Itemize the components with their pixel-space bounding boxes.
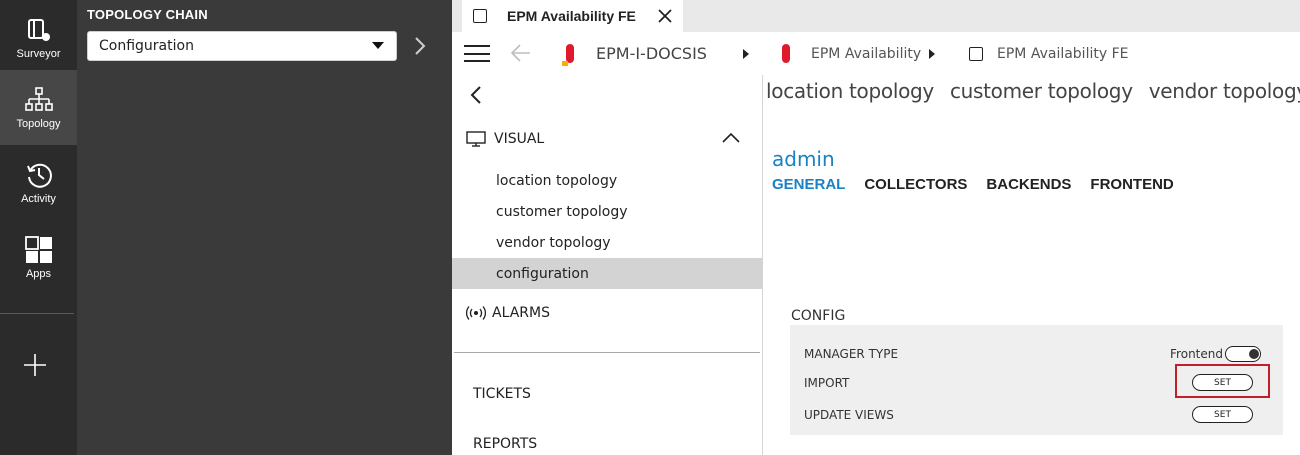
chevron-right-icon[interactable]	[410, 35, 430, 57]
monitor-icon	[466, 131, 486, 147]
tab-strip: EPM Availability FE	[452, 0, 1300, 32]
subtab-general[interactable]: GENERAL	[772, 176, 845, 193]
plus-icon[interactable]	[22, 352, 48, 378]
import-label: IMPORT	[804, 376, 850, 390]
main-content: location topology customer topology vendor…	[764, 75, 1300, 455]
breadcrumb-separator-icon	[743, 49, 749, 59]
breadcrumb-item-epm-i-docsis[interactable]: EPM-I-DOCSIS	[562, 32, 707, 75]
apps-icon	[24, 235, 52, 263]
activity-icon	[26, 163, 52, 188]
app-rail: Surveyor Topology Activity Apps	[0, 0, 77, 455]
breadcrumb-separator-icon	[929, 49, 935, 59]
nav-section-alarms[interactable]: ALARMS	[452, 298, 763, 328]
nav-section-label: ALARMS	[492, 305, 550, 321]
subtab-backends[interactable]: BACKENDS	[986, 176, 1071, 193]
rail-label-topology: Topology	[16, 117, 61, 130]
breadcrumb: EPM-I-DOCSIS EPM Availability EPM Availa…	[452, 32, 1300, 75]
rail-label-activity: Activity	[21, 192, 56, 205]
rail-label-apps: Apps	[25, 267, 52, 280]
subtab-frontend[interactable]: FRONTEND	[1090, 176, 1173, 193]
breadcrumb-item-epm-availability-fe[interactable]: EPM Availability FE	[969, 32, 1128, 75]
breadcrumb-label: EPM Availability FE	[997, 45, 1129, 62]
nav-item-configuration[interactable]: configuration	[452, 258, 763, 289]
nav-section-label: VISUAL	[494, 131, 545, 147]
tab-epm-availability-fe[interactable]: EPM Availability FE	[462, 0, 683, 32]
chevron-up-icon	[722, 132, 740, 143]
highlight-box	[1175, 364, 1270, 398]
nav-item-location-topology[interactable]: location topology	[452, 165, 763, 196]
manager-type-label: MANAGER TYPE	[804, 347, 899, 361]
nav-section-visual[interactable]: VISUAL	[452, 124, 763, 154]
toggle-switch	[1225, 346, 1261, 362]
nav-item-tickets[interactable]: TICKETS	[473, 386, 531, 402]
broadcast-icon	[466, 306, 486, 320]
tab-title: EPM Availability FE	[507, 8, 636, 24]
manager-type-toggle[interactable]: Frontend	[1170, 346, 1261, 362]
chevron-left-icon[interactable]	[468, 85, 484, 105]
breadcrumb-label: EPM Availability	[811, 45, 922, 62]
tab-customer-topology[interactable]: customer topology	[950, 79, 1133, 103]
nav-panel: VISUAL location topology customer topolo…	[452, 75, 763, 455]
breadcrumb-label: EPM-I-DOCSIS	[596, 44, 707, 63]
breadcrumb-item-epm-availability[interactable]: EPM Availability	[782, 32, 921, 75]
frontend-icon	[473, 9, 487, 23]
rail-label-surveyor: Surveyor	[16, 47, 61, 60]
nav-divider	[454, 352, 760, 353]
nav-item-customer-topology[interactable]: customer topology	[452, 196, 763, 227]
tab-location-topology[interactable]: location topology	[766, 79, 934, 103]
nav-item-reports[interactable]: REPORTS	[473, 436, 537, 452]
subtab-collectors[interactable]: COLLECTORS	[864, 176, 967, 193]
rail-item-surveyor[interactable]: Surveyor	[0, 0, 77, 75]
service-icon	[782, 44, 790, 63]
topology-icon	[24, 86, 53, 111]
user-name: admin	[772, 147, 835, 171]
update-views-set-button[interactable]: SET	[1192, 406, 1253, 423]
config-title: CONFIG	[791, 308, 846, 324]
tab-vendor-topology[interactable]: vendor topology	[1149, 79, 1300, 103]
nav-item-vendor-topology[interactable]: vendor topology	[452, 227, 763, 258]
rail-item-topology[interactable]: Topology	[0, 70, 77, 145]
rail-divider	[0, 313, 74, 314]
surveyor-icon	[27, 18, 50, 41]
topology-tabs: location topology customer topology vendor…	[766, 79, 1300, 103]
close-icon[interactable]	[657, 8, 673, 24]
chain-select[interactable]: Configuration	[87, 31, 397, 61]
frontend-icon	[969, 46, 983, 61]
back-arrow-icon[interactable]	[510, 43, 532, 63]
rail-item-activity[interactable]: Activity	[0, 145, 77, 220]
hamburger-menu-icon[interactable]	[464, 45, 490, 63]
caret-down-icon	[372, 42, 384, 49]
rail-item-apps[interactable]: Apps	[0, 220, 77, 295]
config-subtabs: GENERAL COLLECTORS BACKENDS FRONTEND	[772, 176, 1193, 194]
update-views-label: UPDATE VIEWS	[804, 408, 894, 422]
topology-chain-panel: TOPOLOGY CHAIN Configuration	[77, 0, 452, 455]
chain-title: TOPOLOGY CHAIN	[87, 7, 208, 22]
device-icon	[562, 44, 574, 66]
manager-type-value: Frontend	[1170, 347, 1223, 361]
chain-select-value: Configuration	[99, 38, 194, 54]
